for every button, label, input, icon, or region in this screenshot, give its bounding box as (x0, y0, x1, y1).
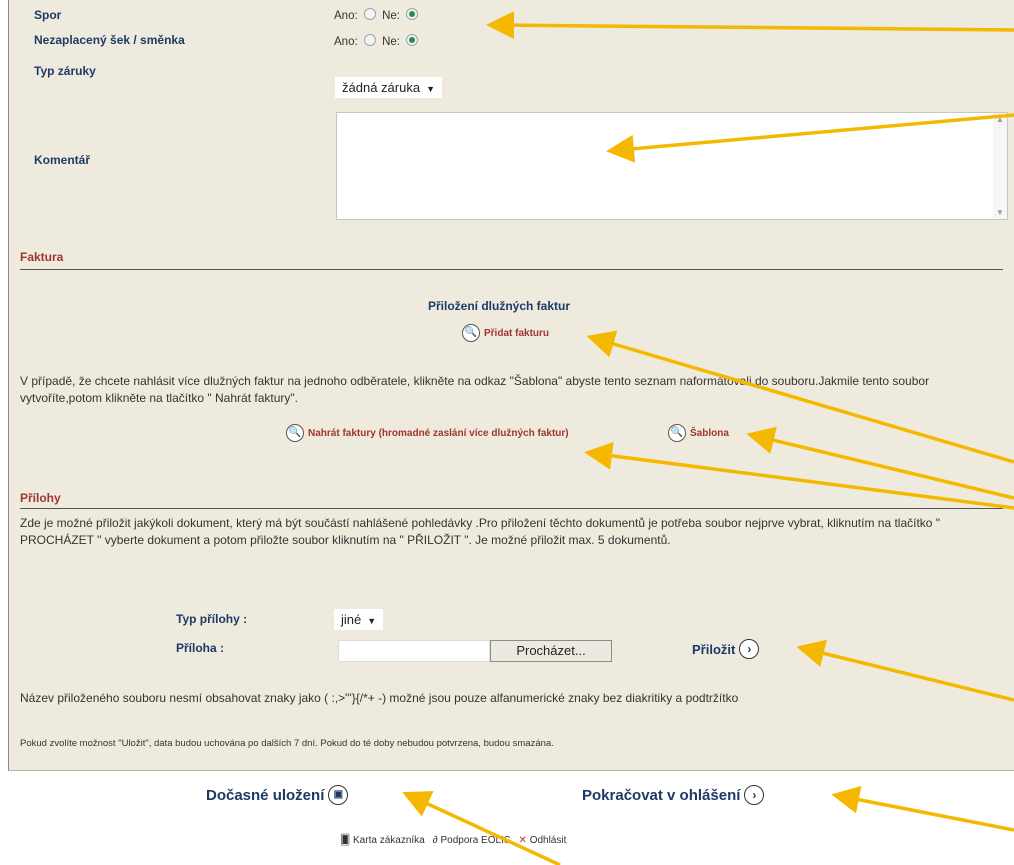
continue-button[interactable]: Pokračovat v ohlášení › (582, 785, 765, 805)
scroll-up-icon: ▲ (996, 115, 1004, 124)
support-icon: ∂ (432, 835, 438, 846)
guarantee-select[interactable]: žádná záruka ▼ (335, 77, 442, 98)
attachment-type-value: jiné (341, 612, 362, 627)
chevron-down-icon: ▼ (426, 84, 435, 94)
temp-save-label: Dočasné uložení (206, 786, 325, 804)
invoice-info-text: V případě, že chcete nahlásit více dlužn… (20, 374, 930, 405)
attachments-info-text: Zde je možné přiložit jakýkoli dokument,… (20, 516, 941, 547)
spor-yes-label: Ano: (334, 10, 358, 22)
support-label: Podpora EOLIS (440, 835, 511, 846)
arrow-7 (831, 785, 1014, 832)
attachment-type-select[interactable]: jiné ▼ (334, 609, 384, 630)
temp-save-button[interactable]: Dočasné uložení ▣ (206, 785, 349, 805)
magnifier-icon: 🔍 (286, 424, 304, 442)
add-invoice-link[interactable]: 🔍 Přidat fakturu (462, 324, 549, 342)
arrow-right-icon: › (739, 639, 760, 659)
filename-note: Název přiloženého souboru nesmí obsahova… (20, 691, 739, 705)
cheque-label: Nezaplacený šek / směnka (34, 33, 185, 47)
spor-yes-radio[interactable] (363, 8, 376, 20)
invoice-section-title: Faktura (20, 250, 64, 264)
add-invoice-label: Přidat fakturu (484, 327, 550, 339)
invoice-divider (20, 269, 1003, 270)
cheque-yes-label: Ano: (334, 36, 358, 48)
attachments-section-title: Přílohy (20, 491, 61, 505)
scroll-down-icon: ▼ (996, 208, 1004, 217)
arrow-8 (402, 791, 561, 865)
guarantee-label: Typ záruky (34, 64, 96, 78)
magnifier-icon: 🔍 (462, 324, 480, 342)
comment-textarea[interactable]: ▲ ▼ (336, 112, 1008, 220)
logout-label: Odhlásit (529, 835, 567, 846)
footer-logout[interactable]: ✕ Odhlásit (519, 835, 567, 846)
upload-invoices-label: Nahrát faktury (hromadné zaslání více dl… (308, 427, 569, 439)
attach-button-label: Přiložit (692, 641, 736, 657)
spor-label: Spor (34, 8, 62, 22)
cheque-yes-radio[interactable] (363, 34, 376, 46)
save-note: Pokud zvolíte možnost "Uložit", data bud… (20, 738, 554, 749)
upload-invoices-link[interactable]: 🔍 Nahrát faktury (hromadné zaslání více … (286, 424, 569, 442)
customer-card-label: Karta zákazníka (353, 835, 425, 846)
cheque-radio-group: Ano: Ne: (334, 34, 421, 48)
footer-links: 🂠 Karta zákazníka ∂ Podpora EOLIS ✕ Odhl… (340, 835, 566, 846)
attachment-file-label: Příloha : (176, 641, 225, 655)
attachment-file-input[interactable] (338, 640, 490, 662)
attach-button[interactable]: Přiložit › (692, 639, 760, 659)
spor-no-label: Ne: (382, 10, 400, 22)
guarantee-select-value: žádná záruka (342, 80, 421, 95)
browse-button[interactable]: Procházet... (490, 640, 612, 662)
invoice-heading: Přiložení dlužných faktur (428, 299, 571, 313)
chevron-down-icon: ▼ (367, 616, 377, 626)
spor-no-radio[interactable] (406, 8, 419, 20)
comment-scrollbar[interactable]: ▲ ▼ (993, 113, 1007, 219)
footer-customer-card[interactable]: 🂠 Karta zákazníka (340, 835, 425, 846)
disk-icon: ▣ (328, 785, 349, 805)
card-icon: 🂠 (340, 835, 351, 846)
logout-icon: ✕ (518, 835, 527, 846)
cheque-no-label: Ne: (382, 36, 400, 48)
attachments-divider (20, 508, 1003, 509)
comment-label: Komentář (34, 153, 91, 167)
footer-support[interactable]: ∂ Podpora EOLIS (433, 835, 511, 846)
continue-label: Pokračovat v ohlášení (582, 786, 741, 804)
template-label: Šablona (690, 427, 729, 439)
spor-radio-group: Ano: Ne: (334, 8, 421, 22)
magnifier-icon: 🔍 (668, 424, 686, 442)
template-link[interactable]: 🔍 Šablona (668, 424, 729, 442)
arrow-right-icon: › (744, 785, 765, 805)
cheque-no-radio[interactable] (406, 34, 419, 46)
attachment-type-label: Typ přílohy : (176, 612, 248, 626)
